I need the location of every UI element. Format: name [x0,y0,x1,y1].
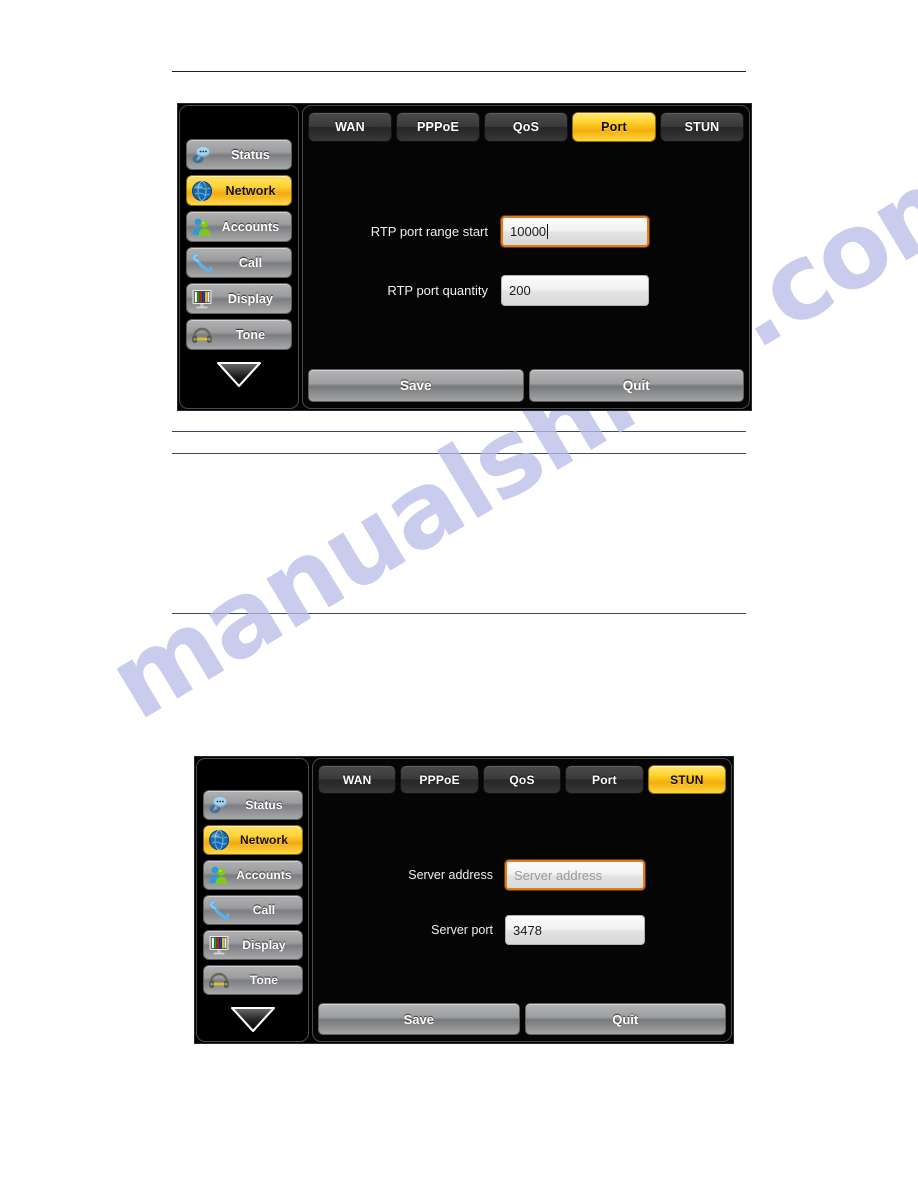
globe-icon [207,828,231,852]
tab-port[interactable]: Port [565,765,644,794]
sidebar-item-display[interactable]: Display [202,930,303,960]
tab-qos[interactable]: QoS [482,765,562,794]
server-address-label: Server address [408,868,493,882]
server-port-input[interactable]: 3478 [505,915,645,945]
sidebar-item-label: Status [231,147,270,162]
page-rule-mid-upper [172,431,746,432]
device-screenshot-port: Status Network Accounts Call Display Ton… [177,103,752,411]
form-area: Server address Server address Server por… [313,798,731,1003]
save-button[interactable]: Save [308,369,524,402]
action-bar: Save Quit [303,369,749,408]
sidebar-item-label: Display [242,938,286,952]
server-port-value: 3478 [513,922,542,938]
monitor-icon [207,933,231,957]
sidebar: Status Network Accounts Call Display Ton… [179,105,299,409]
form-area: RTP port range start 10000 RTP port quan… [303,146,749,369]
sidebar-item-tone[interactable]: Tone [202,965,303,995]
sidebar-item-label: Network [225,183,276,198]
content-pane: WAN PPPoE QoS Port STUN Server address S… [312,758,732,1042]
sidebar-item-label: Call [252,903,276,917]
quit-button[interactable]: Quit [524,1003,726,1035]
action-bar: Save Quit [313,1003,731,1041]
sidebar-item-call[interactable]: Call [202,895,303,925]
server-address-placeholder: Server address [514,867,603,883]
content-pane: WAN PPPoE QoS Port STUN RTP port range s… [302,105,750,409]
sidebar-item-network[interactable]: Network [202,825,303,855]
monitor-icon [190,287,214,311]
page-rule-bottom [172,613,746,614]
tab-stun[interactable]: STUN [660,112,744,142]
rtp-port-range-start-input[interactable]: 10000 [501,216,649,247]
sidebar-item-label: Status [245,798,283,812]
rtp-port-range-start-value: 10000 [510,224,547,239]
rtp-port-quantity-label: RTP port quantity [387,283,488,298]
sidebar-item-status[interactable]: Status [186,139,292,170]
save-button[interactable]: Save [318,1003,520,1035]
phone-handset-icon [190,251,214,275]
phone-handset-icon [207,898,231,922]
form-row-server-port: Server port 3478 [313,915,731,945]
tab-pppoe[interactable]: PPPoE [400,765,479,794]
sidebar-item-call[interactable]: Call [186,247,292,278]
tab-bar: WAN PPPoE QoS Port STUN [313,759,731,798]
form-row-server-address: Server address Server address [313,860,731,890]
rtp-port-range-start-label: RTP port range start [370,224,488,239]
globe-icon [190,179,214,203]
tab-wan[interactable]: WAN [318,765,397,794]
sidebar-item-label: Tone [249,973,279,987]
tab-qos[interactable]: QoS [484,112,568,142]
sidebar-item-display[interactable]: Display [186,283,292,314]
text-caret [547,224,549,239]
rtp-port-quantity-value: 200 [509,283,531,298]
triangle-down-icon[interactable] [213,359,265,389]
tab-wan[interactable]: WAN [308,112,392,142]
form-row-rtp-port-range-start: RTP port range start 10000 [303,216,749,247]
server-address-input[interactable]: Server address [505,860,645,890]
triangle-down-icon[interactable] [227,1004,279,1034]
chat-bubbles-icon [207,793,231,817]
page-rule-top [172,71,746,72]
people-icon [207,863,231,887]
sidebar-item-network[interactable]: Network [186,175,292,206]
sidebar-item-accounts[interactable]: Accounts [202,860,303,890]
page-rule-mid-lower [172,453,746,454]
tab-pppoe[interactable]: PPPoE [396,112,480,142]
quit-button[interactable]: Quit [528,369,744,402]
sidebar-item-label: Accounts [221,219,280,234]
sidebar-item-label: Network [239,833,289,847]
sidebar-item-label: Call [238,255,263,270]
sidebar-item-tone[interactable]: Tone [186,319,292,350]
rtp-port-quantity-input[interactable]: 200 [501,275,649,306]
chat-bubbles-icon [190,143,214,167]
tab-bar: WAN PPPoE QoS Port STUN [303,106,749,146]
sidebar-item-label: Tone [235,327,266,342]
sidebar-item-status[interactable]: Status [202,790,303,820]
tab-port[interactable]: Port [572,112,656,142]
form-row-rtp-port-quantity: RTP port quantity 200 [303,275,749,306]
people-icon [190,215,214,239]
headphones-icon [207,968,231,992]
device-screenshot-stun: Status Network Accounts Call Display Ton… [194,756,734,1044]
server-port-label: Server port [431,923,493,937]
sidebar: Status Network Accounts Call Display Ton… [196,758,309,1042]
sidebar-item-accounts[interactable]: Accounts [186,211,292,242]
headphones-icon [190,323,214,347]
sidebar-item-label: Display [227,291,274,306]
sidebar-item-label: Accounts [236,868,292,882]
tab-stun[interactable]: STUN [647,765,727,794]
